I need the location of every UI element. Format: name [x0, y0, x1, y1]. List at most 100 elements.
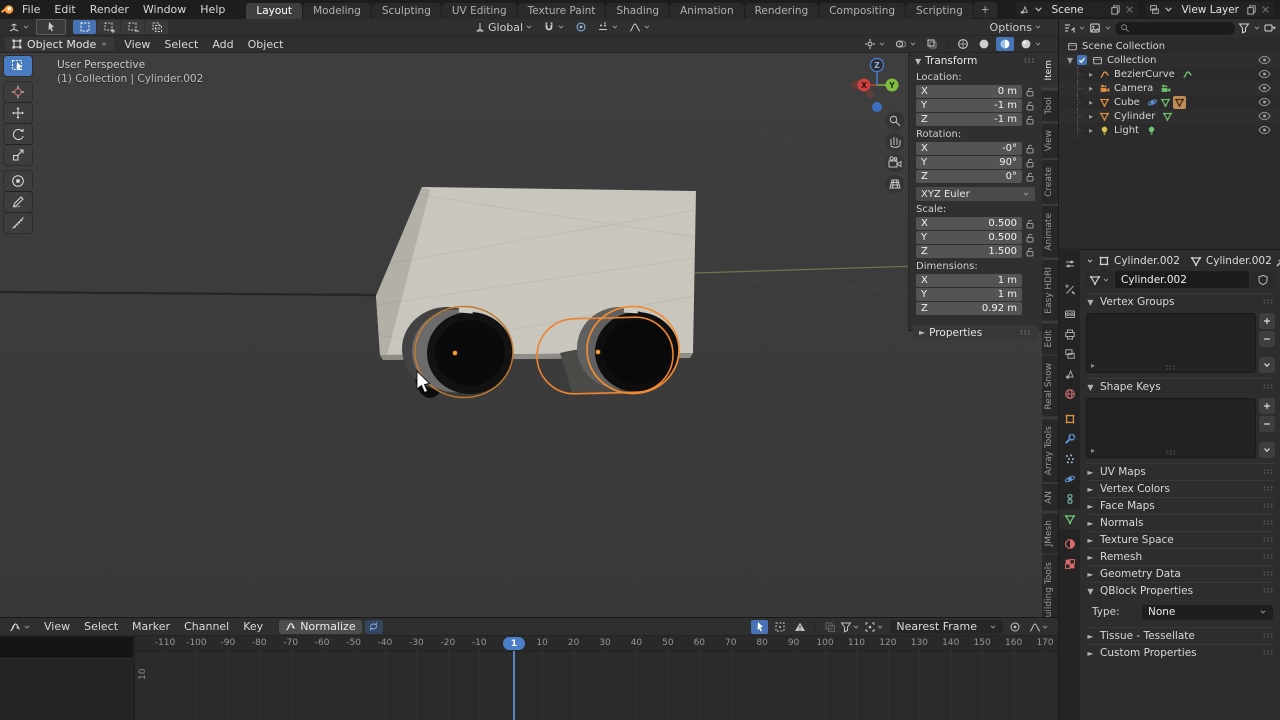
qblock-properties-header[interactable]: ▼ QBlock Properties — [1086, 582, 1275, 599]
panel-header[interactable]: ► Tissue - Tessellate — [1086, 627, 1275, 644]
tool-button[interactable] — [4, 145, 32, 165]
box-select-button[interactable] — [771, 620, 788, 634]
rotation-z-field[interactable]: Z 0° — [916, 170, 1022, 183]
frame-ruler[interactable]: -110 -100 -90 -80 -70 -60 -50 -40 -30 -20 -10 10 20 3… — [0, 636, 1058, 652]
properties-tab-constraints[interactable] — [1059, 489, 1080, 509]
camera-view-button[interactable] — [885, 153, 905, 173]
rotation-x-field[interactable]: X -0° — [916, 142, 1022, 155]
menu-item[interactable]: File — [15, 0, 47, 19]
normalize-toggle[interactable]: Normalize — [279, 619, 362, 634]
vertex-groups-list[interactable]: ▸ — [1086, 313, 1256, 373]
mode-dropdown[interactable]: Object Mode — [5, 37, 115, 51]
pin-icon[interactable] — [1276, 255, 1280, 267]
snap-dropdown[interactable] — [540, 20, 568, 34]
properties-tab-object[interactable] — [1059, 409, 1080, 429]
current-frame-badge[interactable]: 1 — [503, 637, 525, 650]
channel-region[interactable] — [0, 636, 135, 720]
options-dropdown[interactable]: Options — [987, 20, 1045, 34]
n-panel-tab[interactable]: Array Tools — [1042, 418, 1058, 482]
properties-tab-texture[interactable] — [1059, 554, 1080, 574]
tool-button[interactable] — [4, 213, 32, 233]
menu-item[interactable]: Add — [205, 35, 240, 54]
viewport-canvas[interactable]: X Y Z User Perspective (1) Collection | … — [0, 53, 1058, 617]
lock-icon[interactable] — [1025, 246, 1035, 258]
proportional-editing-button[interactable] — [572, 20, 590, 34]
panel-header[interactable]: ► UV Maps — [1086, 463, 1275, 480]
n-panel-tab[interactable]: Create — [1042, 160, 1058, 205]
properties-tab-object-data[interactable] — [1059, 509, 1080, 529]
playhead-line[interactable] — [513, 651, 515, 720]
properties-tab-world[interactable] — [1059, 384, 1080, 404]
properties-subpanel-header[interactable]: ► Properties — [913, 325, 1038, 340]
properties-tab-view-layer[interactable] — [1059, 344, 1080, 364]
breadcrumb-data-name[interactable]: Cylinder.002 — [1206, 255, 1272, 267]
menu-item[interactable]: View — [117, 35, 157, 54]
scale-y-field[interactable]: Y 0.500 — [916, 231, 1022, 244]
n-panel-tab[interactable]: View — [1042, 122, 1058, 159]
axis-x-ball[interactable]: X — [857, 78, 871, 92]
outliner-scene-collection[interactable]: Scene Collection — [1059, 39, 1280, 53]
orientation-dropdown[interactable]: Global — [471, 20, 536, 34]
add-shape-key-button[interactable] — [1259, 398, 1275, 414]
properties-tab-material[interactable] — [1059, 534, 1080, 554]
menu-item[interactable]: Select — [77, 617, 125, 636]
workspace-tab[interactable]: Rendering — [744, 3, 819, 19]
filter-icon[interactable] — [1238, 22, 1250, 34]
close-icon[interactable] — [1260, 4, 1271, 15]
vertex-groups-header[interactable]: ▼ Vertex Groups — [1086, 293, 1275, 310]
falloff-dropdown[interactable] — [626, 20, 654, 34]
filter-mode-icon[interactable] — [1063, 22, 1075, 34]
scale-z-field[interactable]: Z 1.500 — [916, 245, 1022, 258]
menu-item[interactable]: Object — [241, 35, 291, 54]
axis-minus-y-dot[interactable] — [866, 90, 874, 98]
properties-tab-output[interactable] — [1059, 324, 1080, 344]
outliner-collection[interactable]: ▼ Collection — [1059, 53, 1280, 67]
outliner-item-beziercurve[interactable]: ▸ BezierCurve — [1059, 67, 1280, 81]
lock-icon[interactable] — [1025, 86, 1035, 98]
eye-icon[interactable] — [1258, 55, 1271, 65]
workspace-tab[interactable]: Modeling — [303, 3, 371, 19]
display-mode-icon[interactable] — [1089, 22, 1101, 34]
workspace-tab[interactable]: UV Editing — [441, 3, 517, 19]
lock-icon[interactable] — [1025, 114, 1035, 126]
menu-item[interactable]: View — [37, 617, 77, 636]
properties-tab-editor-type[interactable] — [1059, 254, 1080, 274]
rotation-y-field[interactable]: Y 90° — [916, 156, 1022, 169]
editor-type-button[interactable] — [5, 20, 33, 34]
n-panel-tab[interactable]: JMesh — [1042, 512, 1058, 554]
location-x-field[interactable]: X0 m — [916, 85, 1022, 98]
remove-vertex-group-button[interactable] — [1259, 331, 1275, 347]
copy-icon[interactable] — [1246, 4, 1257, 15]
shading-wireframe-button[interactable] — [954, 37, 972, 51]
properties-tab-scene[interactable] — [1059, 364, 1080, 384]
panel-header[interactable]: ► Face Maps — [1086, 497, 1275, 514]
shading-solid-button[interactable] — [975, 37, 993, 51]
menu-item[interactable]: Key — [236, 617, 270, 636]
falloff-button[interactable] — [1026, 620, 1052, 634]
menu-item[interactable]: Help — [193, 0, 232, 19]
properties-tab-render[interactable] — [1059, 304, 1080, 324]
menu-item[interactable]: Window — [136, 0, 193, 19]
menu-item[interactable]: Render — [83, 0, 136, 19]
lock-icon[interactable] — [1025, 232, 1035, 244]
menu-item[interactable]: Marker — [125, 617, 177, 636]
grip-icon[interactable] — [1023, 57, 1036, 65]
pivot-point-button[interactable] — [861, 620, 887, 634]
shape-keys-header[interactable]: ▼ Shape Keys — [1086, 378, 1275, 395]
chevron-down-icon[interactable] — [1086, 257, 1094, 265]
eye-icon[interactable] — [1258, 83, 1271, 93]
tool-button[interactable] — [4, 103, 32, 123]
rotation-mode-dropdown[interactable]: XYZ Euler — [916, 187, 1035, 201]
active-tool-button[interactable] — [36, 19, 66, 35]
lock-icon[interactable] — [1025, 157, 1035, 169]
n-panel-tab[interactable]: Easy HDRI — [1042, 259, 1058, 321]
workspace-tab[interactable]: Layout — [246, 3, 303, 19]
location-y-field[interactable]: Y -1 m — [916, 99, 1022, 112]
overlays-dropdown[interactable] — [892, 37, 920, 51]
panel-header[interactable]: ► Texture Space — [1086, 531, 1275, 548]
properties-tab-particles[interactable] — [1059, 449, 1080, 469]
axis-minus-z-dot[interactable] — [872, 102, 882, 112]
axis-z-ball[interactable]: Z — [869, 57, 885, 73]
shape-key-specials-button[interactable] — [1259, 442, 1275, 458]
dimensions-x-field[interactable]: X1 m — [916, 274, 1022, 287]
